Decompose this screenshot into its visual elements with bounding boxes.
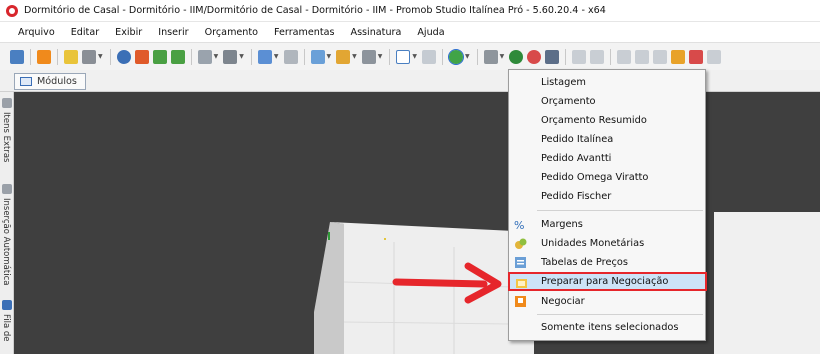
side-tab-fila[interactable]: Fila de [1,314,11,342]
toolbar-separator [250,48,252,65]
chevron-down-icon[interactable]: ▼ [500,53,505,60]
paint-icon[interactable] [134,49,149,64]
auto-insert-icon[interactable] [2,184,12,194]
toolbar-separator [476,48,478,65]
copy-icon[interactable] [635,49,650,64]
menu-item-listagem[interactable]: Listagem [509,73,705,92]
chevron-down-icon[interactable]: ▼ [465,53,470,60]
layout-icon[interactable] [310,49,325,64]
menu-bar: Arquivo Editar Exibir Inserir Orçamento … [0,22,820,42]
chevron-down-icon[interactable]: ▼ [378,53,383,60]
menu-orcamento[interactable]: Orçamento [205,27,258,38]
modules-icon [20,77,32,86]
window-title: Dormitório de Casal - Dormitório - IIM/D… [24,5,606,16]
toolbar-separator [109,48,111,65]
menu-item-pedido-fischer[interactable]: Pedido Fischer [509,187,705,206]
arrow-right-icon[interactable] [170,49,185,64]
pin-icon[interactable] [689,49,704,64]
users-icon[interactable] [545,49,560,64]
brush-icon[interactable] [671,49,686,64]
menu-ajuda[interactable]: Ajuda [417,27,444,38]
percent-icon: % [514,219,524,231]
toolbar-separator [190,48,192,65]
shape-icon[interactable] [361,49,376,64]
tab-modulos[interactable]: Módulos [14,73,86,90]
menu-assinatura[interactable]: Assinatura [351,27,402,38]
measure-icon[interactable] [283,49,298,64]
display-icon[interactable] [82,49,96,64]
toolbar: ▼ ▼ ▼ ▼ ▼ ▼ ▼ ▼ ▼ ▼ [0,42,820,70]
chevron-down-icon[interactable]: ▼ [412,53,417,60]
eye-icon[interactable] [116,49,131,64]
menu-item-tabelas-de-precos[interactable]: Tabelas de Preços [509,253,705,272]
view-options-icon[interactable] [223,49,238,64]
menu-item-somente-itens-selecionados[interactable]: Somente itens selecionados [509,318,705,337]
menu-item-preparar-para-negociacao[interactable]: Preparar para Negociação [508,272,707,291]
toolbar-separator [303,48,305,65]
arrow-left-icon[interactable] [152,49,167,64]
menu-item-orcamento[interactable]: Orçamento [509,92,705,111]
menu-separator [537,210,703,211]
orange-box-icon[interactable] [37,49,51,64]
chevron-down-icon[interactable]: ▼ [327,53,332,60]
app-logo-icon [6,4,18,17]
paste-icon[interactable] [653,49,668,64]
toolbar-separator [565,48,567,65]
printer-icon[interactable] [483,49,498,64]
budget-dropdown-menu: Listagem Orçamento Orçamento Resumido Pe… [508,69,707,341]
queue-icon[interactable] [2,300,12,310]
menu-ferramentas[interactable]: Ferramentas [274,27,334,38]
menu-item-margens[interactable]: % Margens [509,215,705,234]
chat-icon[interactable] [10,49,24,64]
cut-icon[interactable] [617,49,632,64]
menu-arquivo[interactable]: Arquivo [18,27,55,38]
chevron-down-icon[interactable]: ▼ [214,53,219,60]
extras-icon[interactable] [2,98,12,108]
undo-icon[interactable] [572,49,587,64]
title-bar: Dormitório de Casal - Dormitório - IIM/D… [0,0,820,22]
negotiate-icon [515,296,526,307]
wand-icon[interactable] [64,49,78,64]
menu-item-pedido-italinea[interactable]: Pedido Italínea [509,130,705,149]
toolbar-separator [30,48,31,65]
price-table-icon [515,257,526,268]
tab-modulos-label: Módulos [37,76,77,87]
delete-icon[interactable] [707,49,722,64]
cube-view-icon[interactable] [197,49,212,64]
toolbar-separator [57,48,58,65]
toolbar-separator [389,48,391,65]
light-icon[interactable] [257,49,272,64]
chevron-down-icon[interactable]: ▼ [274,53,279,60]
render-icon[interactable] [336,49,351,64]
left-dock-sidebar: Itens Extras Inserção Automática Fila de [0,92,14,354]
side-tab-itens-extras[interactable]: Itens Extras [1,112,11,162]
menu-inserir[interactable]: Inserir [158,27,188,38]
coins-icon [515,238,527,249]
svg-text:%: % [514,219,524,231]
redo-icon[interactable] [590,49,605,64]
menu-separator [537,314,703,315]
side-tab-insercao-automatica[interactable]: Inserção Automática [1,198,11,285]
toolbar-separator [442,48,443,65]
plugin-red-icon[interactable] [527,49,542,64]
cursor-icon[interactable] [396,49,411,64]
budget-icon[interactable] [448,48,464,65]
chevron-down-icon[interactable]: ▼ [352,53,357,60]
menu-item-negociar[interactable]: Negociar [509,292,705,311]
menu-item-orcamento-resumido[interactable]: Orçamento Resumido [509,111,705,130]
folder-prepare-icon [516,279,527,288]
toolbar-separator [610,48,612,65]
menu-editar[interactable]: Editar [71,27,99,38]
chevron-down-icon[interactable]: ▼ [239,53,244,60]
menu-exibir[interactable]: Exibir [115,27,142,38]
menu-item-pedido-omega-viratto[interactable]: Pedido Omega Viratto [509,168,705,187]
grid-icon[interactable] [422,49,436,64]
plugin-icon[interactable] [509,49,524,64]
chevron-down-icon[interactable]: ▼ [98,53,103,60]
annotation-arrow-icon [392,262,502,304]
menu-item-unidades-monetarias[interactable]: Unidades Monetárias [509,234,705,253]
menu-item-pedido-avantti[interactable]: Pedido Avantti [509,149,705,168]
